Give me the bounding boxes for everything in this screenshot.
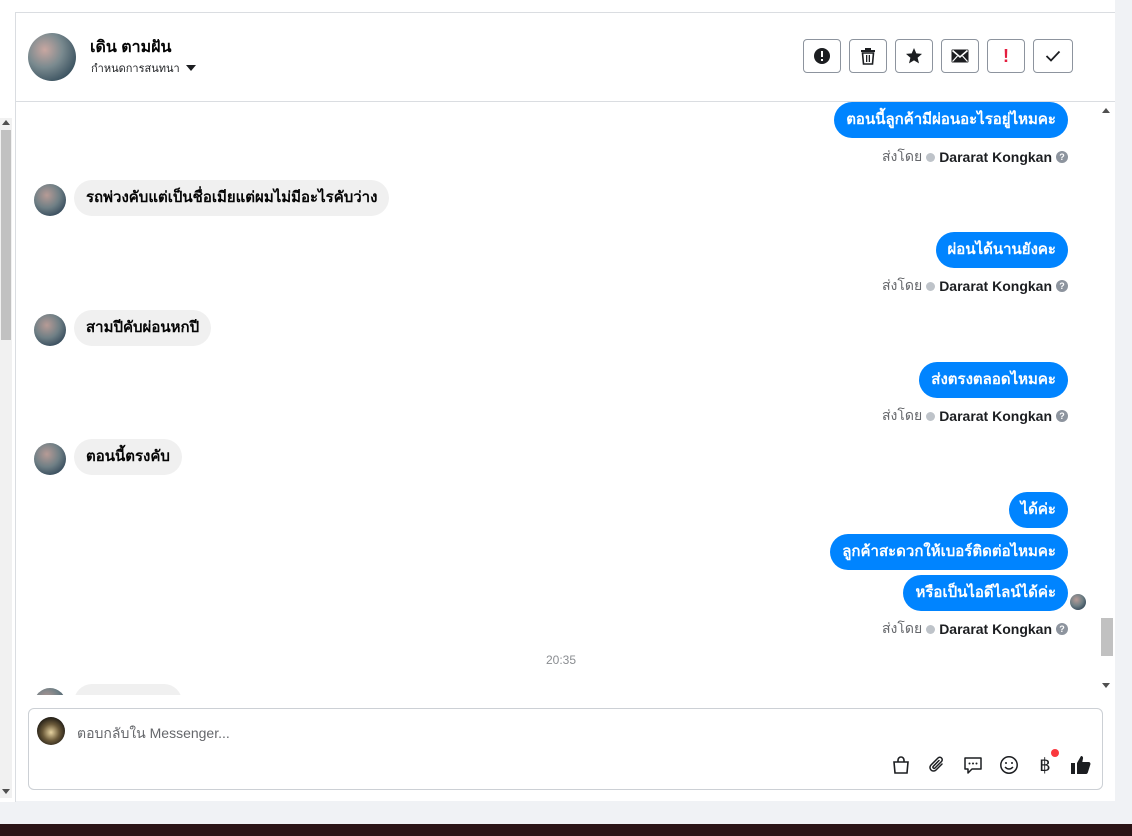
os-taskbar [0, 824, 1132, 836]
agent-name: Dararat Kongkan [939, 408, 1052, 424]
emoji-icon [1000, 756, 1018, 774]
scroll-up-arrow-icon[interactable] [1102, 108, 1110, 113]
notification-dot [1051, 749, 1059, 757]
emoji-button[interactable] [998, 754, 1020, 776]
message-outgoing[interactable]: ผ่อนได้นานยังคะ [935, 232, 1068, 268]
help-icon[interactable]: ? [1056, 151, 1068, 163]
reply-input[interactable]: ตอบกลับใน Messenger... [77, 723, 230, 745]
exclamation-icon: ! [1003, 45, 1009, 66]
action-toolbar: ! [803, 39, 1073, 73]
attach-button[interactable] [926, 754, 948, 776]
contact-avatar-small [34, 443, 66, 475]
caret-down-icon [185, 65, 196, 71]
agent-name: Dararat Kongkan [939, 149, 1052, 165]
assign-conversation-label: กำหนดการสนทนา [91, 63, 180, 75]
conversation-panel: เดิน ตามฝัน กำหนดการสนทนา ! ตอนนี้ลูกค้า… [16, 13, 1115, 801]
contact-avatar-small [34, 314, 66, 346]
trash-icon [861, 48, 875, 65]
chat-scrollbar[interactable] [1098, 102, 1115, 695]
left-scrollbar[interactable] [0, 118, 12, 798]
baht-payment-icon: ฿ [1039, 754, 1051, 776]
shopping-bag-button[interactable] [890, 754, 912, 776]
message-incoming[interactable]: ตอนนี้ตรงคับ [74, 439, 182, 475]
delete-button[interactable] [849, 39, 887, 73]
agent-name: Dararat Kongkan [939, 278, 1052, 294]
message-incoming[interactable]: สามปีคับผ่อนหกปี [74, 310, 212, 346]
assign-conversation-dropdown[interactable]: กำหนดการสนทนา [91, 59, 196, 77]
mark-spam-button[interactable] [803, 39, 841, 73]
reply-composer[interactable]: ตอบกลับใน Messenger... ฿ [28, 708, 1103, 790]
follow-up-button[interactable]: ! [987, 39, 1025, 73]
message-timestamp: 20:35 [545, 653, 577, 667]
sent-by-label: ส่งโดย Dararat Kongkan ? [882, 146, 1068, 168]
sent-by-prefix: ส่งโดย [881, 277, 923, 293]
like-button[interactable] [1070, 754, 1092, 776]
help-icon[interactable]: ? [1056, 280, 1068, 292]
seen-indicator-avatar [1070, 594, 1086, 610]
gear-icon [926, 624, 936, 634]
check-icon [1045, 50, 1061, 62]
alert-circle-icon [814, 48, 830, 64]
left-scrollbar-thumb[interactable] [1, 130, 11, 340]
thumbs-up-icon [1071, 756, 1091, 774]
gear-icon [926, 281, 936, 291]
help-icon[interactable]: ? [1056, 410, 1068, 422]
sent-by-prefix: ส่งโดย [881, 407, 923, 423]
payment-button[interactable]: ฿ [1034, 749, 1059, 776]
star-button[interactable] [895, 39, 933, 73]
contact-name[interactable]: เดิน ตามฝัน [90, 35, 171, 60]
sent-by-label: ส่งโดย Dararat Kongkan ? [882, 405, 1068, 427]
scroll-down-arrow-icon[interactable] [1102, 683, 1110, 688]
mark-unread-button[interactable] [941, 39, 979, 73]
message-outgoing[interactable]: หรือเป็นไอดีไลน์ได้ค่ะ [903, 575, 1068, 611]
scroll-down-arrow-icon[interactable] [2, 789, 10, 794]
gear-icon [926, 152, 936, 162]
message-thread[interactable]: ตอนนี้ลูกค้ามีผ่อนอะไรอยู่ไหมคะ ส่งโดย D… [16, 102, 1115, 695]
message-outgoing[interactable]: ได้ค่ะ [1008, 492, 1068, 528]
saved-reply-button[interactable] [962, 754, 984, 776]
agent-name: Dararat Kongkan [939, 621, 1052, 637]
envelope-icon [951, 49, 969, 63]
top-strip [0, 0, 1115, 13]
message-outgoing[interactable]: ลูกค้าสะดวกให้เบอร์ติดต่อไหมคะ [830, 534, 1068, 570]
gear-icon [926, 411, 936, 421]
message-outgoing[interactable]: ตอนนี้ลูกค้ามีผ่อนอะไรอยู่ไหมคะ [834, 102, 1068, 138]
scroll-up-arrow-icon[interactable] [2, 120, 10, 125]
message-incoming[interactable]: รถพ่วงคับแต่เป็นชื่อเมียแต่ผมไม่มีอะไรคั… [74, 180, 390, 216]
sent-by-prefix: ส่งโดย [881, 620, 923, 636]
conversation-header: เดิน ตามฝัน กำหนดการสนทนา ! [16, 13, 1115, 102]
help-icon[interactable]: ? [1056, 623, 1068, 635]
chat-scrollbar-thumb[interactable] [1101, 618, 1113, 656]
sent-by-prefix: ส่งโดย [881, 148, 923, 164]
contact-avatar-small [34, 184, 66, 216]
mark-done-button[interactable] [1033, 39, 1073, 73]
page-avatar [37, 717, 65, 745]
sent-by-label: ส่งโดย Dararat Kongkan ? [882, 618, 1068, 640]
paperclip-icon [929, 756, 943, 772]
contact-avatar-small [34, 688, 66, 695]
star-icon [906, 48, 922, 64]
message-incoming-partial[interactable] [74, 684, 182, 695]
shopping-bag-icon [893, 756, 909, 774]
message-outgoing[interactable]: ส่งตรงตลอดไหมคะ [919, 362, 1068, 398]
contact-avatar[interactable] [28, 33, 76, 81]
composer-tools: ฿ [890, 749, 1092, 776]
saved-reply-icon [964, 757, 982, 774]
sent-by-label: ส่งโดย Dararat Kongkan ? [882, 275, 1068, 297]
